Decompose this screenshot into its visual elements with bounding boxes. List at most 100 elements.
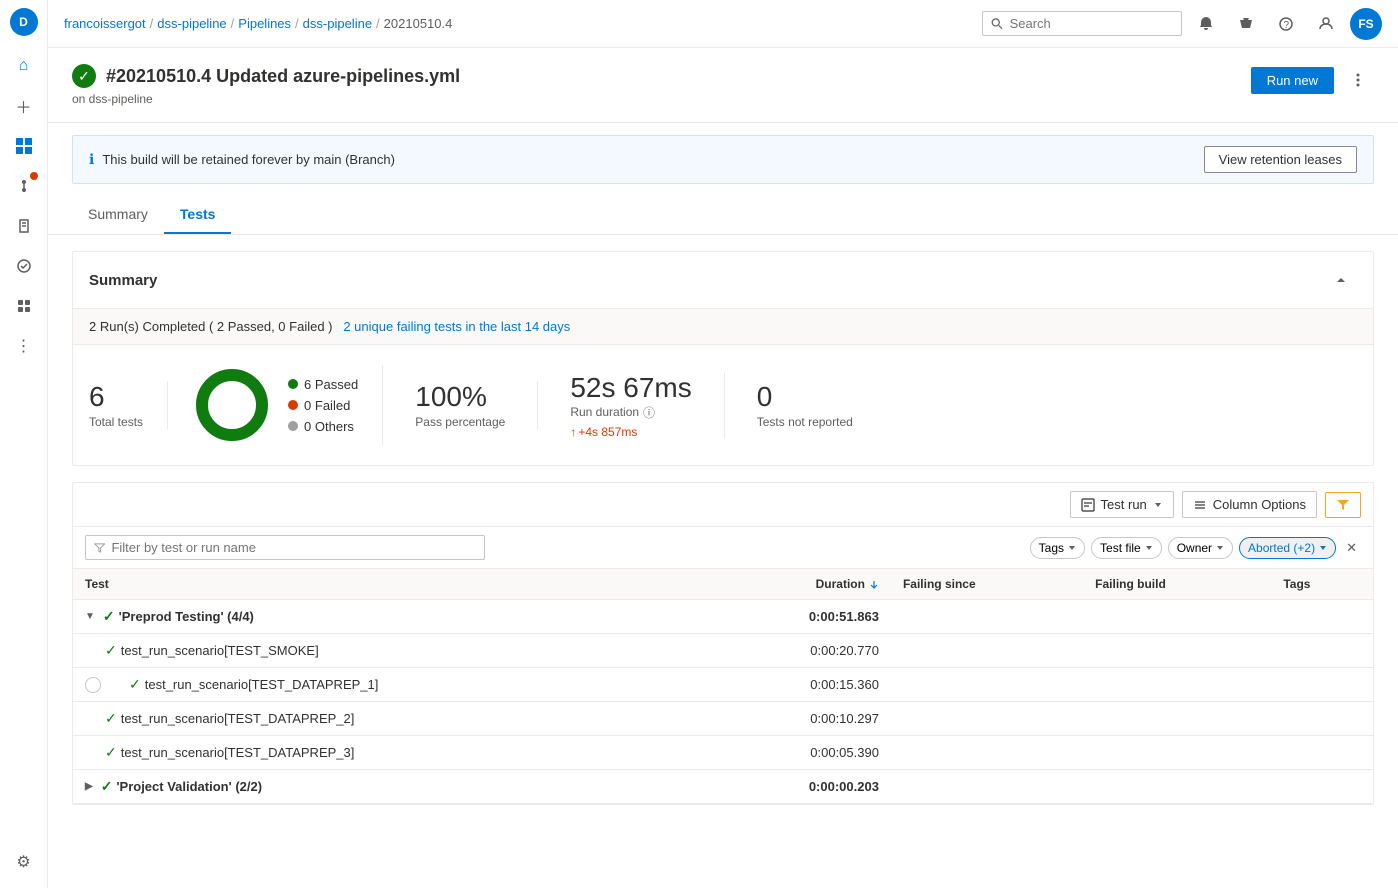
table-row: ▼ ✓ 'Preprod Testing' (4/4) 0:00:51.863 xyxy=(73,600,1373,634)
filter-icon xyxy=(1336,498,1350,512)
check-dataprep3-icon: ✓ xyxy=(105,744,117,761)
sidebar-icon-pipelines[interactable] xyxy=(6,168,42,204)
pipeline-subtitle: on dss-pipeline xyxy=(72,92,460,106)
stat-not-reported: 0 Tests not reported xyxy=(725,381,885,429)
info-icon: ℹ xyxy=(89,151,94,168)
group-validation-cell: ▶ ✓ 'Project Validation' (2/2) xyxy=(73,770,704,804)
tabs-row: Summary Tests xyxy=(48,196,1398,235)
info-banner: ℹ This build will be retained forever by… xyxy=(72,135,1374,184)
test-dataprep2-cell: ✓ test_run_scenario[TEST_DATAPREP_2] xyxy=(73,702,704,736)
tab-tests[interactable]: Tests xyxy=(164,196,232,234)
total-tests-label: Total tests xyxy=(89,415,143,429)
breadcrumb-pipelines[interactable]: Pipelines xyxy=(238,16,291,31)
test-run-chevron-icon xyxy=(1153,500,1163,510)
user-avatar-small[interactable]: D xyxy=(10,8,38,36)
check-preprod-icon: ✓ xyxy=(103,608,115,625)
topnav: francoissergot / dss-pipeline / Pipeline… xyxy=(48,0,1398,48)
search-icon xyxy=(991,17,1004,31)
breadcrumb-pipeline-name[interactable]: dss-pipeline xyxy=(303,16,372,31)
stat-pass-pct: 100% Pass percentage xyxy=(383,381,538,429)
expand-preprod-icon[interactable]: ▼ xyxy=(85,611,95,622)
sidebar-icon-add[interactable]: ＋ xyxy=(6,88,42,124)
legend-others: 0 Others xyxy=(288,419,358,434)
not-reported-number: 0 xyxy=(757,381,853,413)
breadcrumb: francoissergot / dss-pipeline / Pipeline… xyxy=(64,16,974,31)
sidebar-icon-overview[interactable]: ⌂ xyxy=(6,48,42,84)
dataprep1-duration: 0:00:15.360 xyxy=(704,668,891,702)
table-toolbar: Test run Column Options xyxy=(73,483,1373,527)
failing-tests-link[interactable]: 2 unique failing tests in the last 14 da… xyxy=(343,319,570,334)
aborted-filter-pill[interactable]: Aborted (+2) xyxy=(1239,537,1336,559)
smoke-duration: 0:00:20.770 xyxy=(704,634,891,668)
test-run-dropdown-button[interactable]: Test run xyxy=(1070,491,1174,518)
preprod-failing-since xyxy=(891,600,1083,634)
table-row: ✓ test_run_scenario[TEST_DATAPREP_3] 0:0… xyxy=(73,736,1373,770)
view-retention-leases-button[interactable]: View retention leases xyxy=(1204,146,1357,173)
help-icon[interactable]: ? xyxy=(1270,8,1302,40)
col-test: Test xyxy=(73,569,704,600)
test-file-filter-pill[interactable]: Test file xyxy=(1091,537,1162,559)
filter-text-input[interactable] xyxy=(111,540,476,555)
run-new-button[interactable]: Run new xyxy=(1251,67,1334,94)
sidebar-icon-artifacts[interactable] xyxy=(6,288,42,324)
column-options-button[interactable]: Column Options xyxy=(1182,491,1317,518)
legend-dot-others xyxy=(288,421,298,431)
clear-filters-button[interactable]: ✕ xyxy=(1342,536,1361,560)
group-preprod-cell: ▼ ✓ 'Preprod Testing' (4/4) xyxy=(73,600,704,634)
not-reported-label: Tests not reported xyxy=(757,415,853,429)
pass-pct-number: 100% xyxy=(415,381,505,413)
check-dataprep2-icon: ✓ xyxy=(105,710,117,727)
tags-filter-pill[interactable]: Tags xyxy=(1030,537,1085,559)
owner-chevron-icon xyxy=(1216,544,1224,552)
row-select-radio[interactable] xyxy=(85,677,101,693)
content-area: ✓ #20210510.4 Updated azure-pipelines.ym… xyxy=(48,48,1398,888)
preprod-tags xyxy=(1271,600,1373,634)
preprod-duration: 0:00:51.863 xyxy=(704,600,891,634)
filter-row: Tags Test file Owner Aborted (+2) xyxy=(73,527,1373,569)
breadcrumb-project[interactable]: dss-pipeline xyxy=(157,16,226,31)
test-table-section: Test run Column Options xyxy=(72,482,1374,805)
breadcrumb-run-id: 20210510.4 xyxy=(384,16,453,31)
test-dataprep1-cell: ✓ test_run_scenario[TEST_DATAPREP_1] xyxy=(73,668,704,702)
donut-chart xyxy=(192,365,272,445)
sidebar-icon-extensions[interactable]: ⋮ xyxy=(6,328,42,364)
search-box[interactable] xyxy=(982,11,1182,36)
sidebar-icon-testplans[interactable] xyxy=(6,248,42,284)
sidebar-icon-repos[interactable] xyxy=(6,208,42,244)
test-file-chevron-icon xyxy=(1145,544,1153,552)
summary-section-title: Summary xyxy=(89,272,157,289)
validation-duration: 0:00:00.203 xyxy=(704,770,891,804)
col-duration[interactable]: Duration xyxy=(704,569,891,600)
summary-section: Summary 2 Run(s) Completed ( 2 Passed, 0… xyxy=(72,251,1374,466)
user-avatar[interactable]: FS xyxy=(1350,8,1382,40)
owner-filter-pill[interactable]: Owner xyxy=(1168,537,1233,559)
duration-number: 52s 67ms xyxy=(570,372,691,404)
pipeline-more-options[interactable] xyxy=(1342,64,1374,96)
user-settings-icon[interactable] xyxy=(1310,8,1342,40)
table-row: ✓ test_run_scenario[TEST_DATAPREP_2] 0:0… xyxy=(73,702,1373,736)
test-run-icon xyxy=(1081,498,1095,512)
breadcrumb-org[interactable]: francoissergot xyxy=(64,16,146,31)
main-content: francoissergot / dss-pipeline / Pipeline… xyxy=(48,0,1398,888)
test-dataprep3-cell: ✓ test_run_scenario[TEST_DATAPREP_3] xyxy=(73,736,704,770)
sidebar-icon-settings[interactable]: ⚙ xyxy=(6,844,42,880)
filter-pills: Tags Test file Owner Aborted (+2) xyxy=(1030,536,1361,560)
sidebar-icon-boards[interactable] xyxy=(6,128,42,164)
preprod-failing-build xyxy=(1083,600,1271,634)
col-failing-build: Failing build xyxy=(1083,569,1271,600)
filter-input-box[interactable] xyxy=(85,535,485,560)
stats-row: 6 Total tests 6 Passed xyxy=(73,345,1373,465)
test-table: Test Duration Failing since Failing buil… xyxy=(73,569,1373,804)
svg-text:?: ? xyxy=(1284,20,1290,31)
notifications-icon[interactable] xyxy=(1190,8,1222,40)
search-input[interactable] xyxy=(1010,16,1173,31)
donut-legend: 6 Passed 0 Failed 0 Others xyxy=(288,377,358,434)
topnav-right: ? FS xyxy=(982,8,1382,40)
expand-validation-icon[interactable]: ▶ xyxy=(85,781,93,792)
tab-summary[interactable]: Summary xyxy=(72,196,164,234)
filter-active-icon[interactable] xyxy=(1325,492,1361,518)
summary-collapse-icon[interactable] xyxy=(1325,264,1357,296)
sidebar: D ⌂ ＋ ⋮ ⚙ xyxy=(0,0,48,888)
table-row: ✓ test_run_scenario[TEST_DATAPREP_1] 0:0… xyxy=(73,668,1373,702)
basket-icon[interactable] xyxy=(1230,8,1262,40)
